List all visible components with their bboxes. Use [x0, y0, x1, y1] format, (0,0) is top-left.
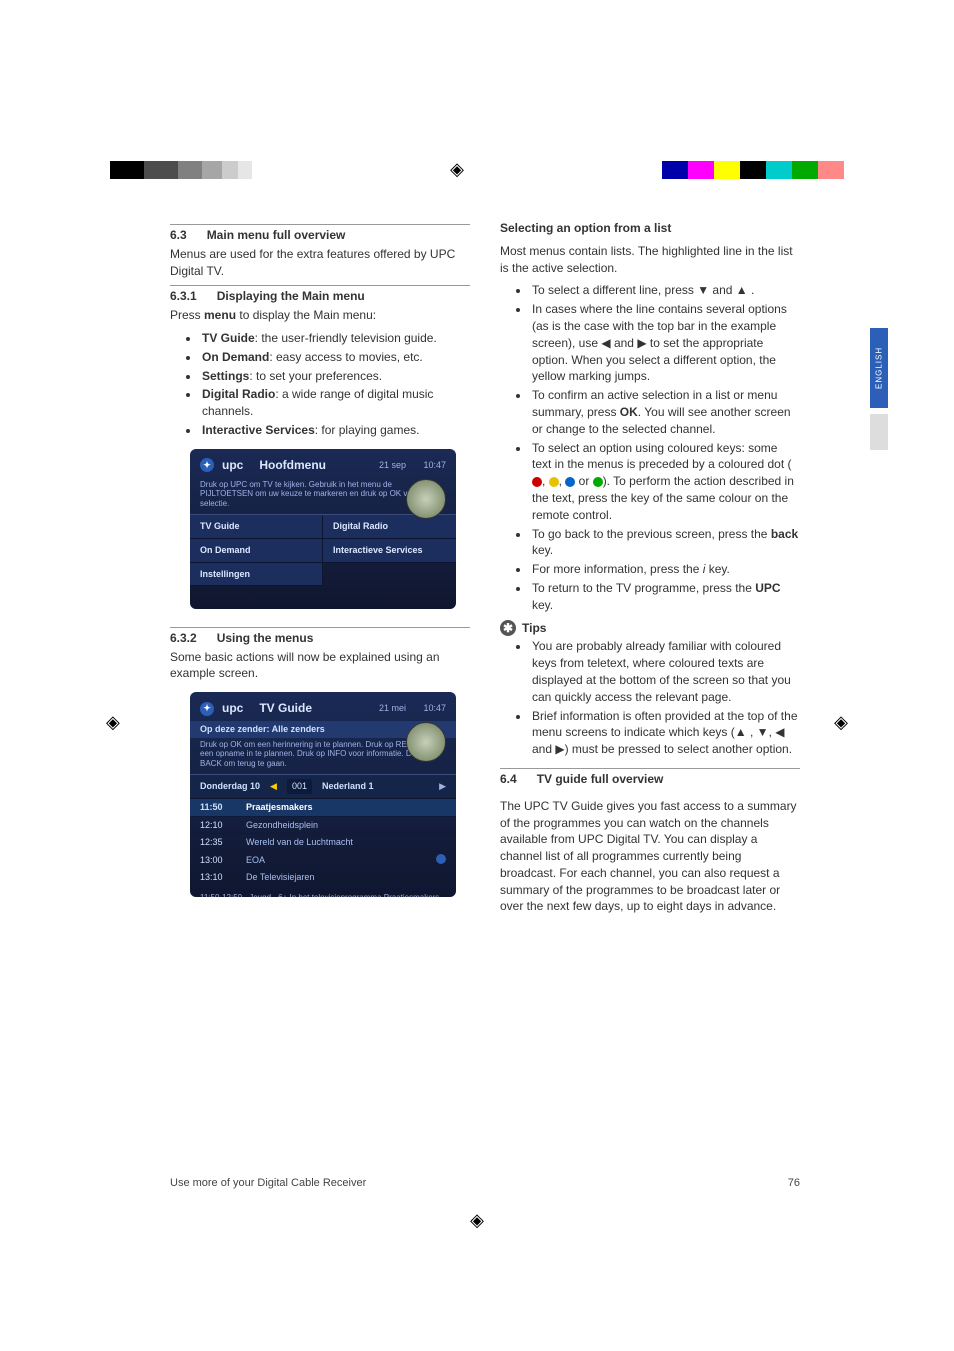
- menu-tile: TV Guide: [190, 515, 323, 539]
- tips-heading: Tips: [522, 620, 546, 637]
- list-item: On Demand: easy access to movies, etc.: [200, 349, 470, 366]
- greyscale-strip: [110, 161, 252, 179]
- list-item: To select a different line, press ▼ and …: [530, 282, 800, 299]
- section-subhead: Selecting an option from a list: [500, 220, 800, 237]
- registration-marks-top: ◈: [0, 150, 954, 190]
- brand-label: upc: [222, 457, 243, 474]
- footer-text: Use more of your Digital Cable Receiver: [170, 1176, 366, 1191]
- menu-tile: Interactieve Services: [323, 539, 456, 563]
- date-label: 21 sep: [379, 459, 406, 472]
- list-item: Brief information is often provided at t…: [530, 708, 800, 758]
- subsection-number: 6.3.2: [170, 630, 197, 647]
- clock-label: 10:47: [423, 702, 446, 715]
- red-dot-icon: [532, 477, 542, 487]
- registration-marks-bottom: ◈: [0, 1201, 954, 1241]
- list-item: Interactive Services: for playing games.: [200, 422, 470, 439]
- menu-tile: Digital Radio: [323, 515, 456, 539]
- list-item: To confirm an active selection in a list…: [530, 387, 800, 437]
- body-text: Some basic actions will now be explained…: [170, 649, 470, 683]
- dial-graphic-icon: [406, 722, 446, 762]
- list-item: Settings: to set your preferences.: [200, 368, 470, 385]
- page-number: 76: [788, 1176, 800, 1191]
- programme-description: 11:50-12:50 - Jeugd - 6+ In het televisi…: [190, 887, 456, 897]
- language-tab-shadow: [870, 414, 888, 450]
- list-item: For more information, press the i key.: [530, 561, 800, 578]
- date-label: 21 mei: [379, 702, 406, 715]
- list-item: In cases where the line contains several…: [530, 301, 800, 385]
- registration-target-icon: ◈: [450, 157, 464, 182]
- list-item: You are probably already familiar with c…: [530, 638, 800, 705]
- dial-graphic-icon: [406, 479, 446, 519]
- subsection-title: Displaying the Main menu: [217, 288, 365, 305]
- list-item: Digital Radio: a wide range of digital m…: [200, 386, 470, 420]
- section-title: Main menu full overview: [207, 227, 346, 244]
- programme-row: 12:10Gezondheidsplein: [190, 817, 456, 835]
- programme-row: 13:10De Televisiejaren: [190, 869, 456, 887]
- menu-tile: On Demand: [190, 539, 323, 563]
- section-title: TV guide full overview: [537, 771, 664, 788]
- registration-target-icon: ◈: [106, 710, 120, 735]
- list-item: To select an option using coloured keys:…: [530, 440, 800, 524]
- body-text: Press menu to display the Main menu:: [170, 307, 470, 324]
- menu-tile: Instellingen: [190, 563, 323, 587]
- body-text: Menus are used for the extra features of…: [170, 246, 470, 280]
- subsection-title: Using the menus: [217, 630, 314, 647]
- page-footer: Use more of your Digital Cable Receiver …: [170, 1176, 800, 1191]
- list-item: To go back to the previous screen, press…: [530, 526, 800, 560]
- registration-target-icon: ◈: [834, 710, 848, 735]
- day-channel-bar: Donderdag 10 ◀ 001 Nederland 1 ▶: [190, 774, 456, 799]
- hoofdmenu-screenshot: ✦ upc Hoofdmenu 21 sep 10:47 Druk op UPC…: [190, 449, 456, 609]
- color-strip: [662, 161, 844, 179]
- green-dot-icon: [593, 477, 603, 487]
- subsection-number: 6.3.1: [170, 288, 197, 305]
- language-tab: ENGLISH: [870, 328, 888, 408]
- brand-label: upc: [222, 700, 243, 717]
- body-text: Most menus contain lists. The highlighte…: [500, 243, 800, 277]
- programme-row: 13:00EOA: [190, 852, 456, 870]
- blue-dot-icon: [565, 477, 575, 487]
- tvguide-screenshot: ✦ upc TV Guide 21 mei 10:47 Op deze zend…: [190, 692, 456, 897]
- registration-target-icon: ◈: [470, 1208, 484, 1233]
- programme-row: 11:50Praatjesmakers: [190, 799, 456, 817]
- tips-icon: ✱: [500, 620, 516, 636]
- yellow-dot-icon: [549, 477, 559, 487]
- upc-logo-icon: ✦: [200, 702, 214, 716]
- clock-label: 10:47: [423, 459, 446, 472]
- list-item: TV Guide: the user-friendly television g…: [200, 330, 470, 347]
- upc-logo-icon: ✦: [200, 458, 214, 472]
- body-text: The UPC TV Guide gives you fast access t…: [500, 798, 800, 916]
- programme-row: 12:35Wereld van de Luchtmacht: [190, 834, 456, 852]
- screen-title: Hoofdmenu: [259, 457, 326, 474]
- section-number: 6.3: [170, 227, 187, 244]
- list-item: To return to the TV programme, press the…: [530, 580, 800, 614]
- section-number: 6.4: [500, 771, 517, 788]
- screen-title: TV Guide: [259, 700, 312, 717]
